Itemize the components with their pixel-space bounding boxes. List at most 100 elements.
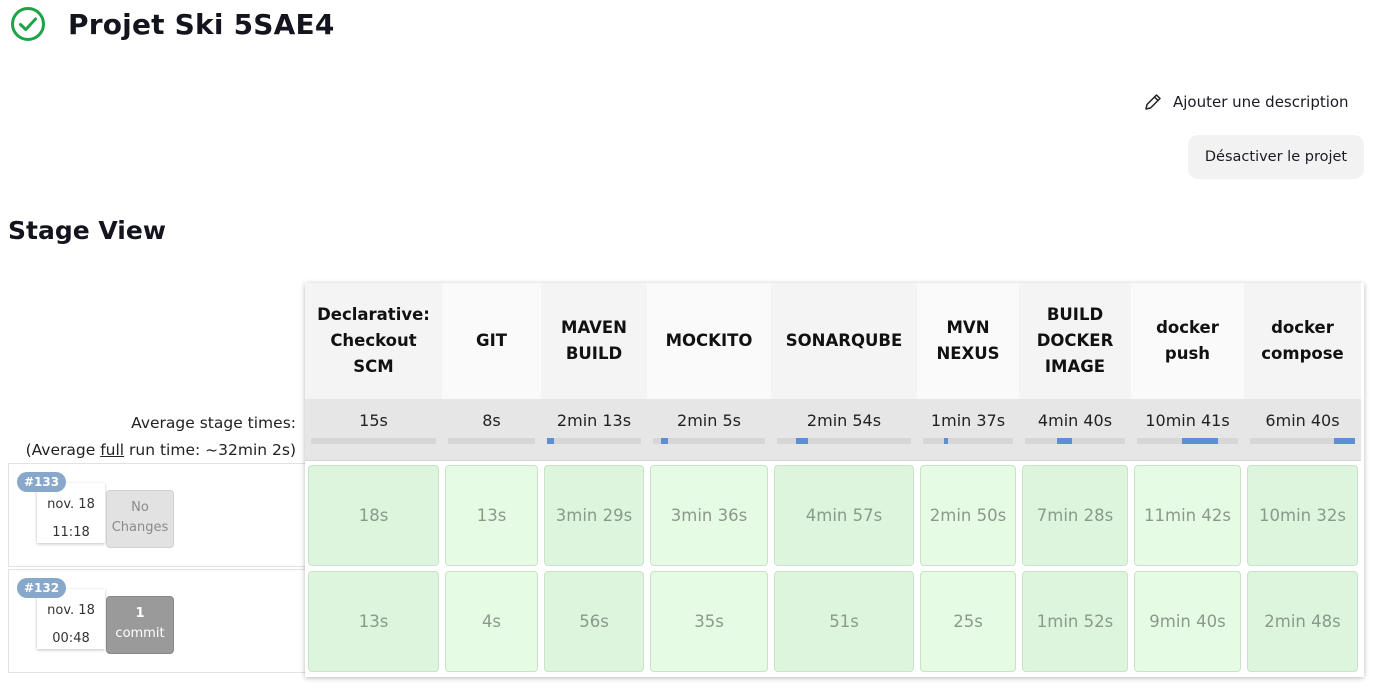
stage-header: docker push (1131, 283, 1244, 399)
stage-cell[interactable]: 2min 50s (920, 465, 1016, 566)
stage-average-time: 10min 41s (1145, 411, 1230, 430)
stage-average: 2min 5s (647, 399, 771, 461)
stage-progress-fill (943, 438, 949, 444)
stage-progress-bar (1025, 438, 1125, 444)
stage-average-time: 15s (359, 411, 388, 430)
stage-progress-fill (1057, 438, 1072, 444)
stage-progress-bar (547, 438, 641, 444)
stage-column: BUILD DOCKER IMAGE 4min 40s 7min 28s 1min 5… (1019, 283, 1131, 677)
stage-average-time: 2min 13s (556, 411, 632, 430)
stage-header: MVN NEXUS (917, 283, 1019, 399)
stage-progress-bar (653, 438, 765, 444)
full-run-suffix: run time: ~32min 2s) (124, 441, 296, 459)
stage-header: BUILD DOCKER IMAGE (1019, 283, 1131, 399)
page-title: Projet Ski 5SAE4 (68, 7, 335, 41)
build-changes[interactable]: 1 commit (106, 596, 174, 654)
add-description-link[interactable]: Ajouter une description (1143, 92, 1349, 112)
stage-progress-fill (1182, 438, 1218, 444)
pencil-icon (1145, 94, 1161, 110)
stage-progress-bar (311, 438, 436, 444)
stage-average: 4min 40s (1019, 399, 1131, 461)
stage-cell[interactable]: 56s (544, 571, 644, 672)
stage-average-time: 2min 54s (806, 411, 882, 430)
stage-cell[interactable]: 3min 36s (650, 465, 768, 566)
stage-column: docker push 10min 41s 11min 42s 9min 40s (1131, 283, 1244, 677)
stage-cell[interactable]: 13s (445, 465, 538, 566)
stage-header: MOCKITO (647, 283, 771, 399)
stage-progress-fill (660, 438, 669, 444)
stage-progress-bar (777, 438, 911, 444)
stage-progress-bar (923, 438, 1013, 444)
check-circle-icon (11, 7, 45, 41)
stage-progress-bar (1137, 438, 1238, 444)
stage-cell[interactable]: 10min 32s (1247, 465, 1358, 566)
stage-column: GIT 8s 13s 4s (442, 283, 541, 677)
stage-header: docker compose (1244, 283, 1361, 399)
stage-column: MVN NEXUS 1min 37s 2min 50s 25s (917, 283, 1019, 677)
stage-cell[interactable]: 18s (308, 465, 439, 566)
stage-view-left-column: Average stage times: (Average full run t… (8, 283, 305, 677)
stage-progress-fill (547, 438, 554, 444)
build-number-badge[interactable]: #133 (17, 472, 67, 492)
full-run-prefix: (Average (25, 441, 101, 459)
stage-average: 10min 41s (1131, 399, 1244, 461)
build-number-badge[interactable]: #132 (17, 578, 67, 598)
changes-label: Changes (111, 520, 169, 535)
build-date-time: 11:18 (52, 525, 90, 540)
stage-average-time: 6min 40s (1265, 411, 1340, 430)
build-date: nov. 18 11:18 (37, 483, 105, 543)
stage-average: 8s (442, 399, 541, 461)
stage-progress-fill (795, 438, 808, 444)
stage-header: MAVEN BUILD (541, 283, 647, 399)
stage-progress-fill (1334, 438, 1355, 444)
average-times-label: Average stage times: (Average full run t… (26, 410, 296, 464)
stage-progress-bar (448, 438, 535, 444)
stage-cell[interactable]: 13s (308, 571, 439, 672)
stage-cell[interactable]: 2min 48s (1247, 571, 1358, 672)
build-date-time: 00:48 (52, 631, 90, 646)
stage-cell[interactable]: 25s (920, 571, 1016, 672)
stage-cell[interactable]: 3min 29s (544, 465, 644, 566)
stage-cell[interactable]: 35s (650, 571, 768, 672)
full-run-link[interactable]: full (100, 441, 124, 459)
build-date-day: nov. 18 (47, 603, 95, 618)
stage-header: SONARQUBE (771, 283, 917, 399)
changes-count: 1 (135, 606, 145, 621)
build-changes[interactable]: No Changes (106, 490, 174, 548)
stage-view: Average stage times: (Average full run t… (8, 283, 1364, 677)
build-date-day: nov. 18 (47, 497, 95, 512)
page-header: Projet Ski 5SAE4 (10, 6, 335, 42)
stage-column: Declarative: Checkout SCM 15s 18s 13s (305, 283, 442, 677)
stage-cell[interactable]: 1min 52s (1022, 571, 1128, 672)
stage-column: MOCKITO 2min 5s 3min 36s 35s (647, 283, 771, 677)
stage-header: Declarative: Checkout SCM (305, 283, 442, 399)
changes-count: No (131, 500, 149, 515)
stage-average: 2min 13s (541, 399, 647, 461)
stage-header: GIT (442, 283, 541, 399)
stage-grid: Declarative: Checkout SCM 15s 18s 13s GIT 8s 1… (305, 283, 1364, 677)
stage-average: 1min 37s (917, 399, 1019, 461)
stage-column: docker compose 6min 40s 10min 32s 2min 48s (1244, 283, 1361, 677)
stage-average-time: 8s (482, 411, 501, 430)
build-date: nov. 18 00:48 (37, 589, 105, 649)
stage-cell[interactable]: 4s (445, 571, 538, 672)
stage-view-title: Stage View (8, 216, 166, 245)
stage-average: 6min 40s (1244, 399, 1361, 461)
stage-cell[interactable]: 7min 28s (1022, 465, 1128, 566)
average-full-run-time: (Average full run time: ~32min 2s) (26, 437, 296, 464)
stage-average-time: 1min 37s (930, 411, 1006, 430)
stage-progress-bar (1250, 438, 1355, 444)
stage-cell[interactable]: 51s (774, 571, 914, 672)
stage-column: SONARQUBE 2min 54s 4min 57s 51s (771, 283, 917, 677)
disable-project-button[interactable]: Désactiver le projet (1188, 135, 1364, 179)
average-stage-times-label: Average stage times: (131, 414, 296, 432)
build-row[interactable]: #133 nov. 18 11:18 No Changes (8, 463, 305, 567)
stage-average: 2min 54s (771, 399, 917, 461)
build-row[interactable]: #132 nov. 18 00:48 1 commit (8, 569, 305, 673)
stage-average-time: 4min 40s (1037, 411, 1113, 430)
stage-cell[interactable]: 11min 42s (1134, 465, 1241, 566)
changes-label: commit (115, 626, 165, 641)
stage-cell[interactable]: 9min 40s (1134, 571, 1241, 672)
stage-cell[interactable]: 4min 57s (774, 465, 914, 566)
stage-average-time: 2min 5s (677, 411, 741, 430)
